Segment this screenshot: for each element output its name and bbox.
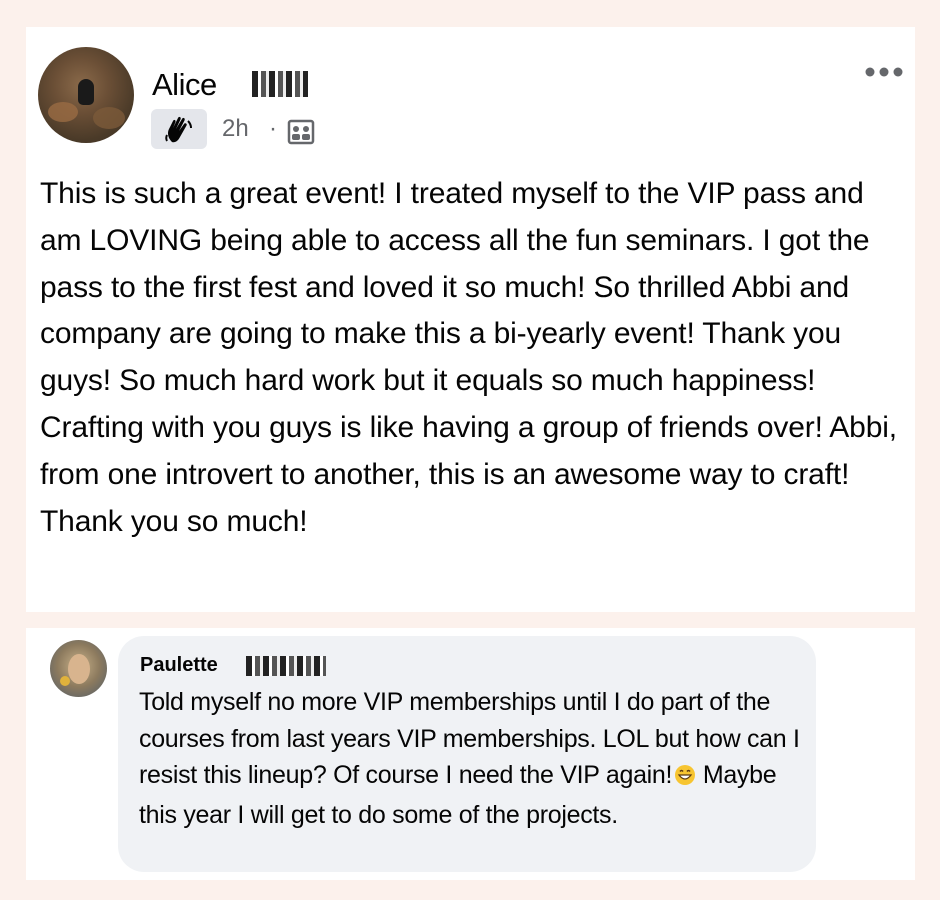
grinning-face-emoji xyxy=(674,760,696,797)
commenter-avatar[interactable] xyxy=(50,640,107,697)
author-avatar[interactable] xyxy=(38,47,134,143)
comment-bubble: Paulette Told myself no more VIP members… xyxy=(118,636,816,872)
post-timestamp[interactable]: 2h xyxy=(222,115,249,143)
redacted-surname xyxy=(252,71,308,97)
author-name[interactable]: Alice xyxy=(152,67,217,103)
waving-hand-icon[interactable] xyxy=(151,109,207,149)
comment-text: Told myself no more VIP memberships unti… xyxy=(139,684,809,833)
post-body-text: This is such a great event! I treated my… xyxy=(40,177,897,538)
commenter-name[interactable]: Paulette xyxy=(140,654,218,677)
separator-dot: · xyxy=(269,115,277,142)
comment-section: Paulette Told myself no more VIP members… xyxy=(26,628,915,880)
group-audience-icon[interactable] xyxy=(287,119,315,150)
more-options-icon[interactable] xyxy=(864,65,904,84)
post-card: Alice 2h · This is such a great event! I… xyxy=(26,27,915,612)
redacted-surname xyxy=(246,656,326,676)
